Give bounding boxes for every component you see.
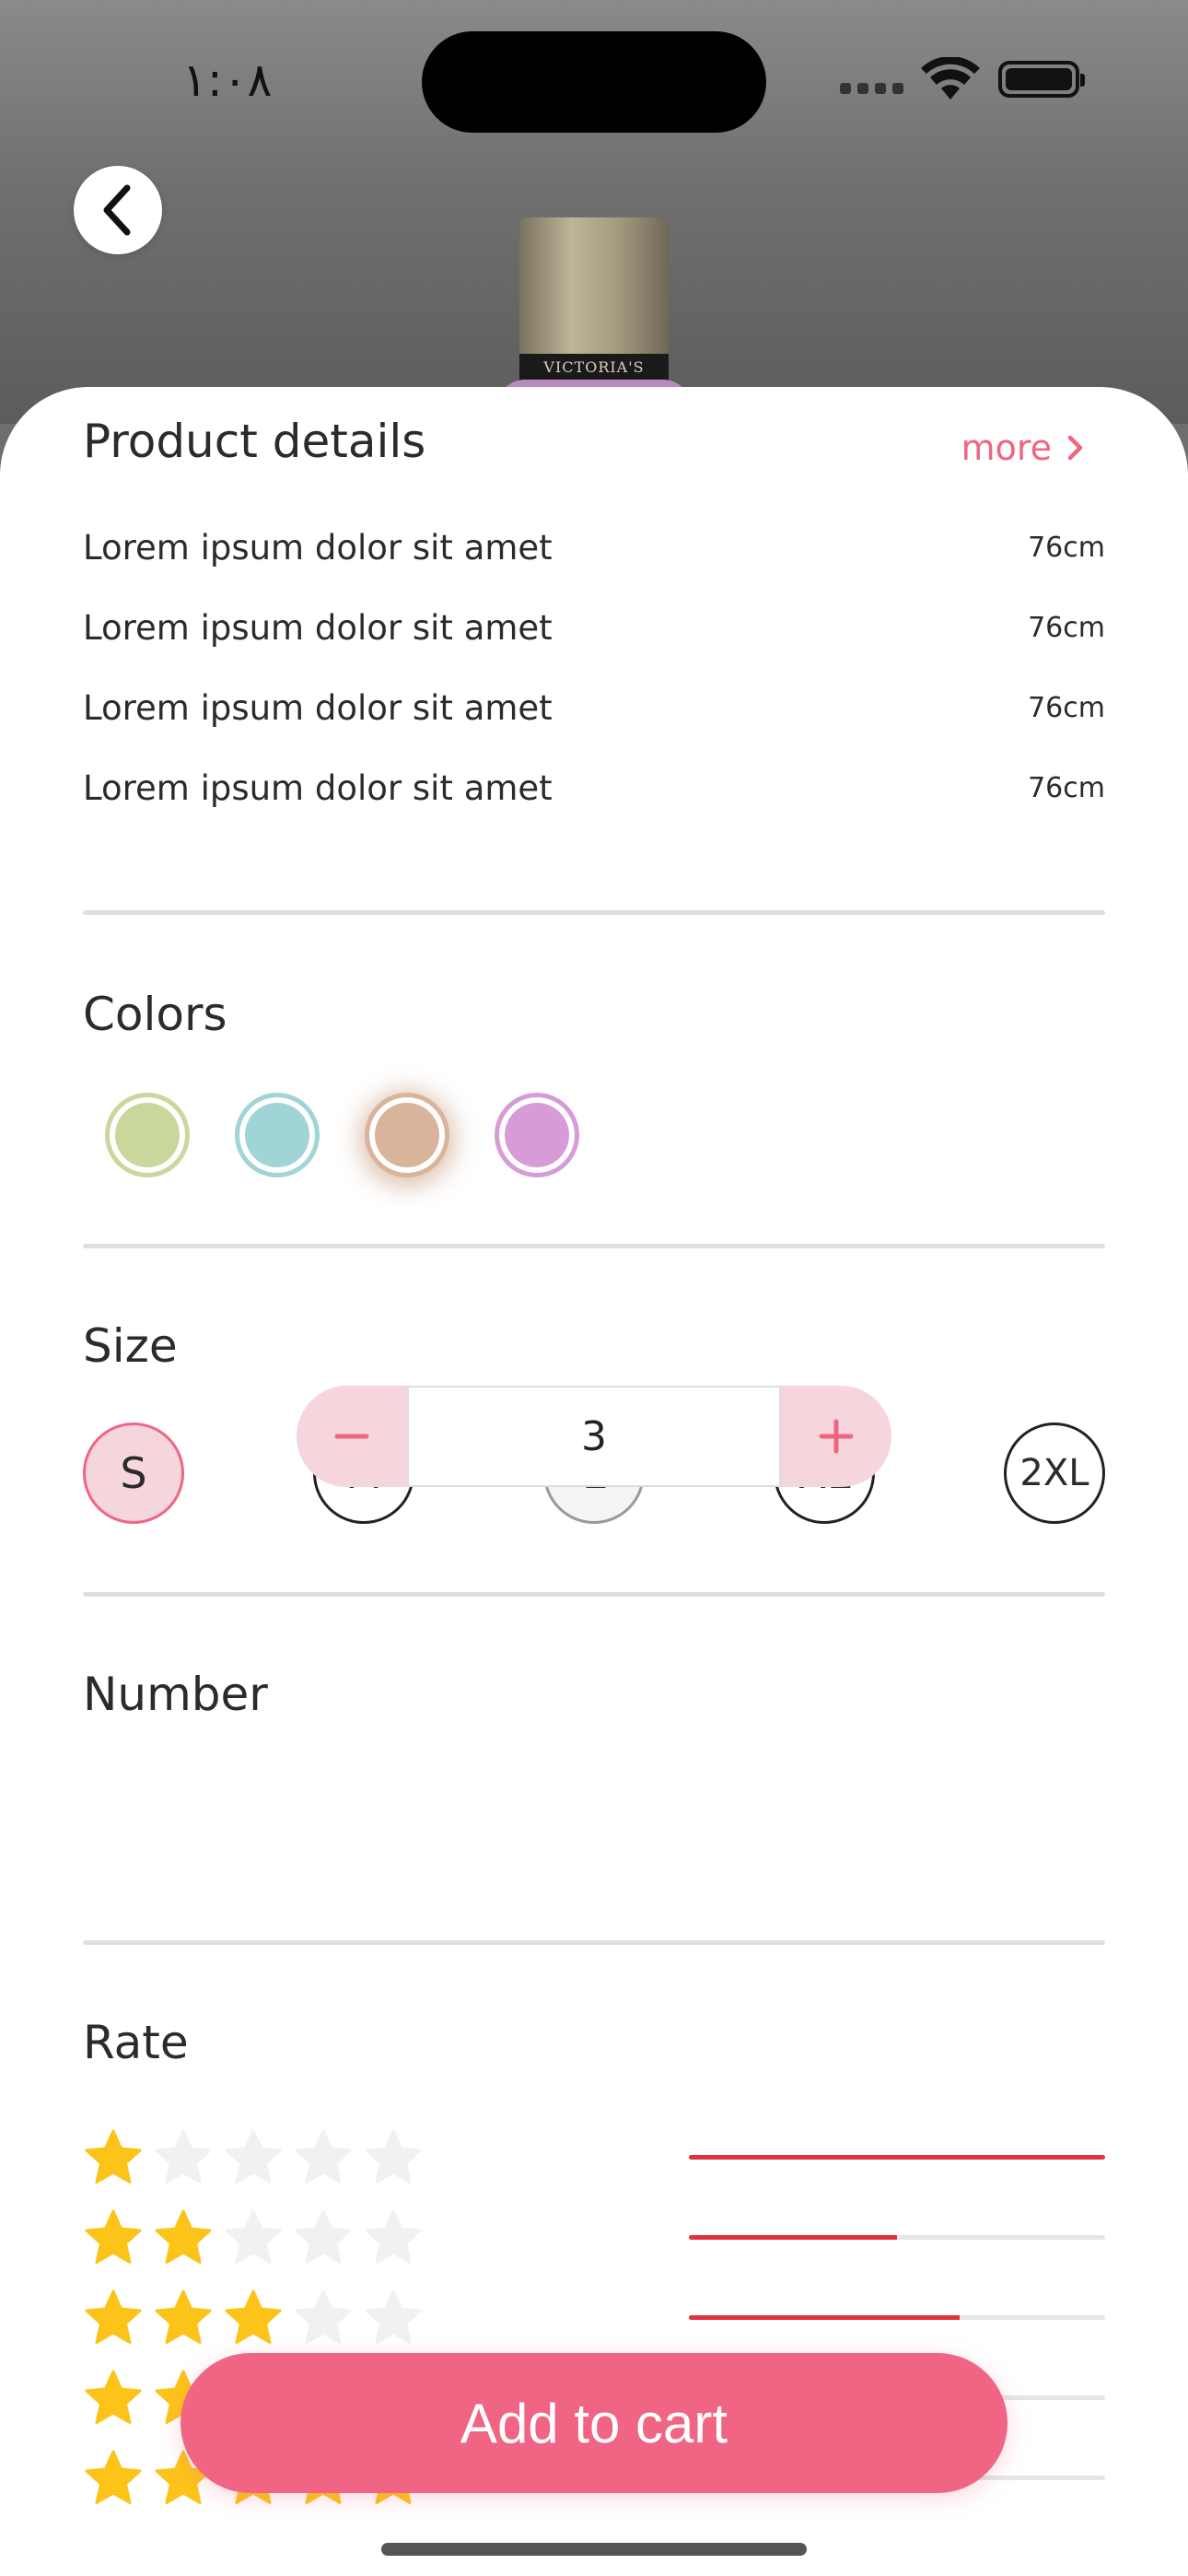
number-title: Number [83,1668,268,1721]
star-filled-icon [155,2209,212,2264]
star-empty-icon [295,2209,352,2264]
size-title: Size [83,1319,178,1373]
star-empty-icon [155,2129,212,2184]
color-swatch[interactable] [495,1093,579,1177]
dynamic-island [422,31,766,133]
color-swatch[interactable] [235,1093,320,1177]
star-filled-icon [85,2129,142,2184]
detail-value: 76cm [1028,691,1105,724]
section-divider [83,1592,1105,1597]
increment-button[interactable] [781,1386,891,1487]
bottle-cap [519,217,669,356]
rating-bar-fill [689,2315,960,2320]
color-dot [505,1103,569,1167]
more-link[interactable]: more [961,427,1085,468]
rating-row [83,2207,1105,2280]
star-empty-icon [365,2129,422,2184]
star-filled-icon [225,2289,282,2344]
product-details-title: Product details [83,415,426,468]
star-empty-icon [365,2289,422,2344]
detail-label: Lorem ipsum dolor sit amet [83,607,553,648]
star-empty-icon [225,2209,282,2264]
minus-icon [334,1434,369,1439]
color-dot [375,1103,439,1167]
rating-bar-fill [689,2155,1105,2160]
detail-label: Lorem ipsum dolor sit amet [83,527,553,568]
detail-row: Lorem ipsum dolor sit amet 76cm [83,520,1105,575]
color-dot [245,1103,309,1167]
color-swatch[interactable] [365,1093,449,1177]
wifi-icon [921,57,980,100]
star-filled-icon [85,2209,142,2264]
section-divider [83,1244,1105,1248]
detail-label: Lorem ipsum dolor sit amet [83,687,553,728]
quantity-stepper: 3 [297,1386,891,1487]
chevron-right-icon [1067,435,1083,461]
star-filled-icon [155,2289,212,2344]
star-group [83,2126,424,2187]
quantity-value[interactable]: 3 [407,1386,781,1487]
home-indicator [381,2543,807,2556]
battery-icon [998,61,1085,98]
detail-value: 76cm [1028,771,1105,804]
rate-title: Rate [83,2016,189,2069]
star-filled-icon [85,2370,142,2424]
decrement-button[interactable] [297,1386,407,1487]
colors-title: Colors [83,988,227,1041]
plus-icon [819,1419,854,1454]
detail-row: Lorem ipsum dolor sit amet 76cm [83,600,1105,655]
section-divider [83,910,1105,915]
star-empty-icon [295,2289,352,2344]
star-empty-icon [225,2129,282,2184]
rating-row [83,2287,1105,2360]
detail-value: 76cm [1028,531,1105,564]
star-group [83,2207,424,2267]
chevron-left-icon [103,184,131,236]
star-empty-icon [365,2209,422,2264]
cellular-signal-icon [840,83,904,96]
star-filled-icon [85,2450,142,2504]
color-swatch[interactable] [105,1093,190,1177]
rating-bar [689,2155,1105,2160]
section-divider [83,1940,1105,1945]
detail-row: Lorem ipsum dolor sit amet 76cm [83,680,1105,735]
rating-bar [689,2235,1105,2240]
add-to-cart-button[interactable]: Add to cart [181,2353,1007,2493]
size-option-s[interactable]: S [83,1423,184,1524]
rating-bar [689,2315,1105,2320]
color-dot [115,1103,180,1167]
star-empty-icon [295,2129,352,2184]
more-label: more [961,427,1052,468]
rating-bar-fill [689,2235,897,2240]
size-option-2xl[interactable]: 2XL [1004,1423,1105,1524]
rating-row [83,2126,1105,2200]
detail-value: 76cm [1028,611,1105,644]
star-filled-icon [85,2289,142,2344]
detail-row: Lorem ipsum dolor sit amet 76cm [83,760,1105,815]
star-group [83,2287,424,2348]
status-time: ١:٠٨ [182,53,273,107]
back-button[interactable] [74,166,162,254]
bottle-brand-label: VICTORIA'S SECRET [519,354,669,381]
detail-label: Lorem ipsum dolor sit amet [83,767,553,808]
